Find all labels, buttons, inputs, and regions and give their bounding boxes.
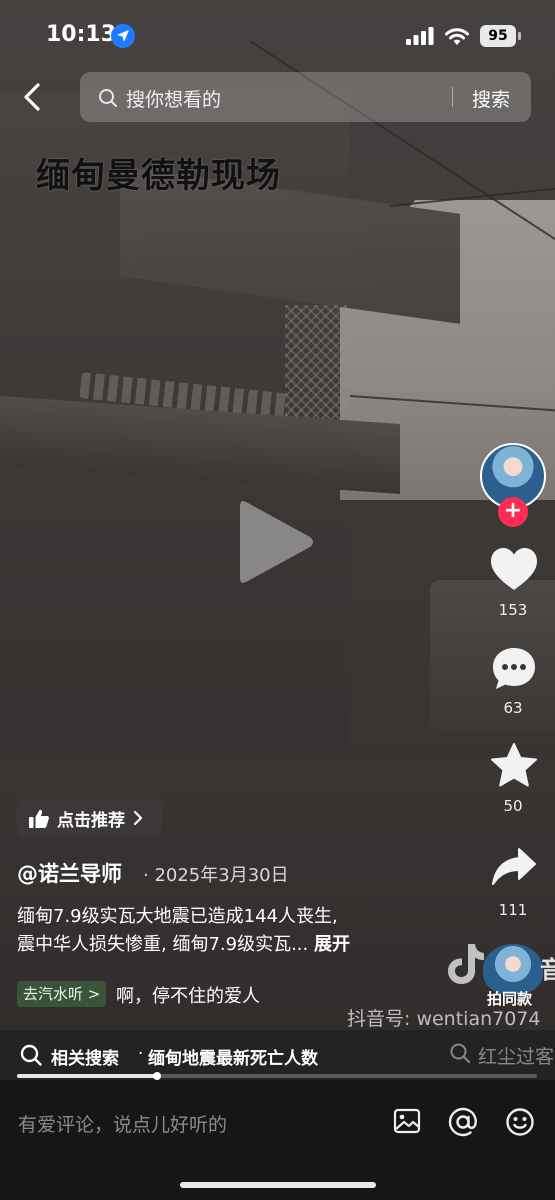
related-search-dot: ·	[138, 1044, 144, 1064]
search-icon	[99, 89, 117, 107]
share-count: 111	[498, 901, 528, 919]
watermark-text: 音	[540, 956, 555, 984]
search-input[interactable]: 搜你想看的 搜索	[80, 72, 531, 122]
comment-icon[interactable]	[491, 646, 537, 692]
comment-input[interactable]: 有爱评论，说点儿好听的	[18, 1110, 227, 1137]
battery-tip	[518, 32, 521, 40]
video-description: 缅甸7.9级实瓦大地震已造成144人丧生, 震中华人损失惨重, 缅甸7.9级实瓦…	[17, 903, 417, 959]
star-icon[interactable]	[491, 743, 537, 787]
status-bar: 10:13 95	[0, 0, 555, 70]
douyin-logo-icon	[448, 944, 484, 984]
same-shot-avatar[interactable]	[483, 944, 543, 994]
home-indicator	[180, 1182, 376, 1188]
search-divider	[452, 87, 453, 107]
mention-icon[interactable]	[448, 1107, 478, 1137]
battery-icon: 95	[480, 25, 516, 47]
related-search-label: 相关搜索	[51, 1049, 119, 1069]
signal-icon	[406, 27, 434, 45]
status-time: 10:13	[46, 22, 117, 47]
follow-button[interactable]: +	[498, 497, 528, 527]
play-icon[interactable]	[238, 496, 318, 588]
progress-fill	[17, 1074, 158, 1078]
comment-count: 63	[503, 699, 523, 717]
author-name[interactable]: @诺兰导师	[17, 858, 122, 888]
location-icon	[111, 24, 135, 48]
back-icon[interactable]	[20, 82, 46, 112]
image-icon[interactable]	[393, 1107, 421, 1135]
chevron-right-icon	[133, 810, 143, 826]
like-icon[interactable]	[491, 548, 537, 592]
description-line-2-text: 震中华人损失惨重, 缅甸7.9级实瓦...	[17, 934, 309, 955]
search-placeholder: 搜你想看的	[126, 89, 222, 111]
share-icon[interactable]	[491, 847, 537, 887]
description-line-2: 震中华人损失惨重, 缅甸7.9级实瓦... 展开	[17, 931, 417, 959]
post-date: · 2025年3月30日	[143, 865, 289, 886]
search-button[interactable]: 搜索	[472, 85, 510, 112]
recommend-button[interactable]: 点击推荐	[17, 799, 162, 837]
search-icon	[450, 1043, 470, 1063]
music-title[interactable]: 啊，停不住的爱人	[116, 982, 260, 1008]
douyin-id-watermark: 抖音号: wentian7074	[347, 1008, 541, 1030]
related-search-icon	[20, 1044, 42, 1066]
description-line-1: 缅甸7.9级实瓦大地震已造成144人丧生,	[17, 906, 338, 927]
related-search-next[interactable]: 红尘过客	[478, 1042, 554, 1069]
emoji-icon[interactable]	[505, 1107, 535, 1137]
expand-button[interactable]: 展开	[314, 934, 350, 955]
recommend-label: 点击推荐	[57, 810, 125, 831]
music-app-tag[interactable]: 去汽水听 >	[17, 981, 107, 1007]
thumbs-up-icon	[29, 809, 49, 828]
video-overlay-title: 缅甸曼德勒现场	[36, 156, 281, 196]
video-progress-bar[interactable]	[17, 1072, 537, 1080]
related-search-query[interactable]: 缅甸地震最新死亡人数	[148, 1044, 318, 1069]
related-search-bar[interactable]: 相关搜索 · 缅甸地震最新死亡人数 红尘过客	[0, 1030, 555, 1080]
like-count: 153	[498, 601, 528, 619]
wifi-icon	[445, 28, 469, 45]
favorite-count: 50	[503, 797, 523, 815]
